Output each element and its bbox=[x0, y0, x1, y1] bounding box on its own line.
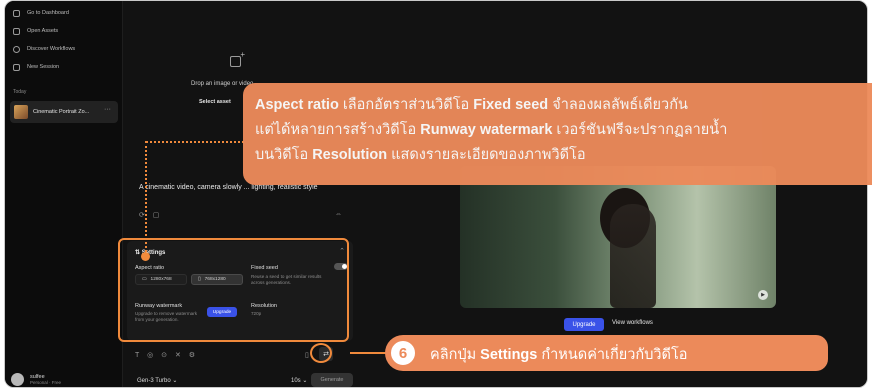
callout-term-watermark: Runway watermark bbox=[420, 122, 553, 138]
callout-line-3: บนวิดีโอ Resolution แสดงรายละเอียดของภาพ… bbox=[255, 143, 872, 168]
settings-highlight bbox=[118, 238, 349, 342]
step-connector bbox=[350, 352, 386, 354]
section-label: Today bbox=[13, 89, 27, 95]
nav-new-session-label: New Session bbox=[27, 64, 60, 70]
nav-assets-label: Open Assets bbox=[27, 28, 59, 34]
more-icon[interactable]: ··· bbox=[104, 106, 111, 113]
user-profile[interactable]: sulfee Personal · Free bbox=[11, 373, 61, 386]
nav-dashboard-label: Go to Dashboard bbox=[27, 10, 69, 16]
model-select[interactable]: Gen-3 Turbo ⌄ bbox=[137, 377, 177, 384]
prompt-tools[interactable]: ⟳ ▢ bbox=[139, 211, 162, 219]
session-name: Cinematic Portrait Zo... bbox=[33, 109, 90, 115]
step-prefix: คลิกปุ่ม bbox=[430, 347, 481, 363]
step-number: 6 bbox=[389, 339, 417, 367]
drop-text: Drop an image or video bbox=[191, 81, 254, 87]
prompt-action-icon[interactable]: ⇔ bbox=[335, 211, 342, 218]
callout-connector-h bbox=[146, 141, 244, 143]
workflows-icon bbox=[13, 45, 20, 53]
callout-text-multi: แต่ได้หลายการสร้างวิดีโอ bbox=[255, 122, 421, 138]
callout-text-resolution: แสดงรายละเอียดของภาพวิดีโอ bbox=[387, 147, 586, 163]
callout-text-onvideo: บนวิดีโอ bbox=[255, 147, 313, 163]
callout-term-seed: Fixed seed bbox=[473, 97, 549, 113]
new-session-icon bbox=[13, 63, 20, 71]
subject-figure bbox=[610, 204, 656, 308]
step-suffix: กำหนดค่าเกี่ยวกับวิดีโอ bbox=[537, 347, 688, 363]
view-workflows-link[interactable]: View workflows bbox=[612, 320, 653, 326]
avatar bbox=[11, 373, 24, 386]
callout-term-aspect: Aspect ratio bbox=[255, 97, 339, 113]
nav-assets[interactable]: Open Assets bbox=[13, 25, 58, 37]
user-plan: Personal · Free bbox=[30, 380, 62, 385]
folder-icon bbox=[13, 27, 20, 35]
callout-text-aspect: เลือกอัตราส่วนวิดีโอ bbox=[338, 97, 474, 113]
step-bold: Settings bbox=[480, 347, 538, 363]
dashboard-icon bbox=[13, 9, 20, 17]
select-asset-button[interactable]: Select asset bbox=[199, 99, 231, 105]
model-select-label: Gen-3 Turbo bbox=[137, 378, 171, 384]
sidebar: Go to Dashboard Open Assets Discover Wor… bbox=[5, 1, 123, 387]
play-icon[interactable]: ▶ bbox=[758, 290, 768, 300]
callout-connector-v bbox=[145, 141, 147, 256]
nav-dashboard[interactable]: Go to Dashboard bbox=[13, 7, 69, 19]
callout-anchor-dot bbox=[141, 252, 150, 261]
preview-panel: ▶ Upgrade View workflows bbox=[358, 1, 867, 387]
video-preview[interactable]: ▶ bbox=[460, 166, 776, 308]
callout-box: Aspect ratio เลือกอัตราส่วนวิดีโอ Fixed … bbox=[243, 83, 872, 185]
device-icon[interactable]: ▯ bbox=[305, 351, 309, 359]
composer-toolbar[interactable]: T ◎ ⊙ ✕ ⚙ bbox=[135, 351, 198, 359]
duration-select-label: 10s bbox=[291, 378, 301, 384]
callout-term-resolution: Resolution bbox=[312, 147, 388, 163]
settings-button-highlight bbox=[310, 343, 332, 363]
callout-text-seed: จำลองผลลัพธ์เดียวกัน bbox=[548, 97, 688, 113]
callout-line-1: Aspect ratio เลือกอัตราส่วนวิดีโอ Fixed … bbox=[255, 93, 872, 118]
generate-button-label: Generate bbox=[320, 377, 344, 383]
step-text: คลิกปุ่ม Settings กำหนดค่าเกี่ยวกับวิดีโ… bbox=[430, 343, 687, 366]
nav-new-session[interactable]: New Session bbox=[13, 61, 59, 73]
session-thumbnail bbox=[14, 105, 28, 119]
nav-workflows-label: Discover Workflows bbox=[27, 46, 76, 52]
callout-line-2: แต่ได้หลายการสร้างวิดีโอ Runway watermar… bbox=[255, 118, 872, 143]
nav-workflows[interactable]: Discover Workflows bbox=[13, 43, 75, 55]
duration-select[interactable]: 10s ⌄ bbox=[291, 377, 307, 384]
upgrade-button[interactable]: Upgrade bbox=[564, 318, 604, 331]
callout-text-watermark: เวอร์ชันฟรีจะปรากฏลายน้ำ bbox=[552, 122, 728, 138]
generate-button[interactable]: Generate bbox=[311, 373, 353, 387]
upload-icon bbox=[230, 50, 245, 67]
session-item[interactable]: Cinematic Portrait Zo... ··· bbox=[10, 101, 118, 123]
